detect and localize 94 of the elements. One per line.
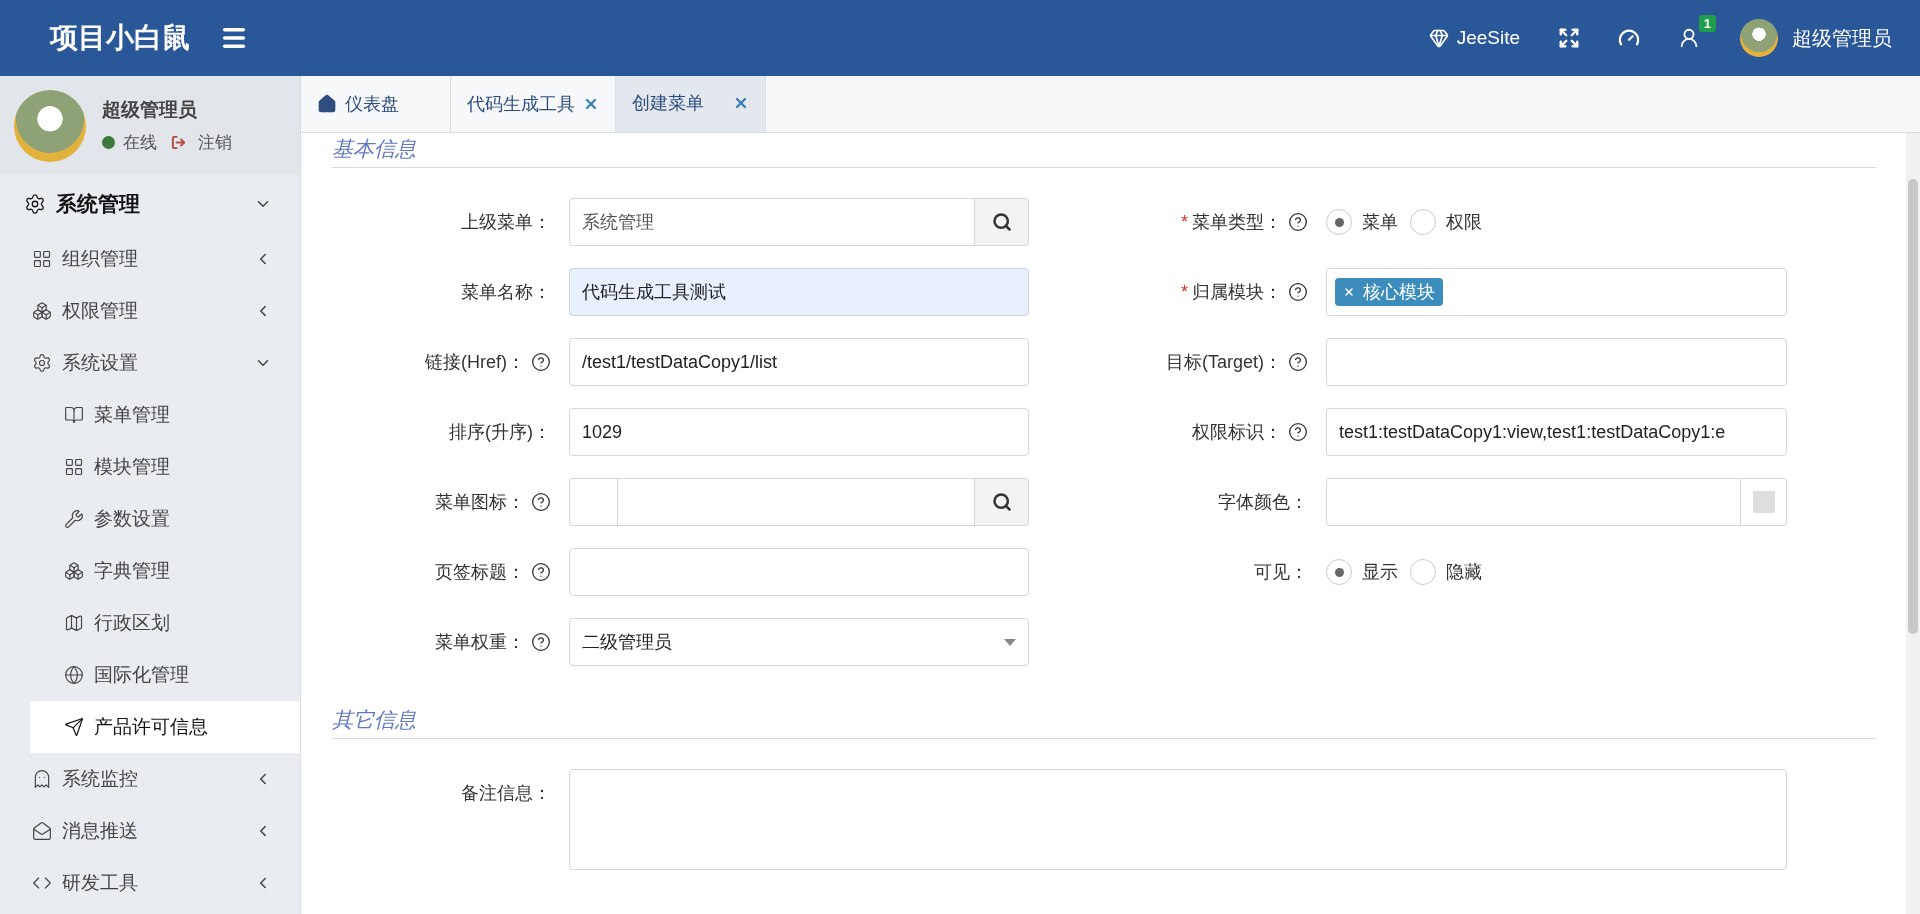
envelope-icon <box>32 821 52 841</box>
close-icon[interactable] <box>583 96 599 112</box>
grid-icon <box>32 249 52 269</box>
input-field[interactable]: 系统管理 <box>569 198 975 246</box>
field-label: 字体颜色： <box>1218 491 1308 514</box>
section-title: 其它信息 <box>332 704 1876 739</box>
field-label: * 菜单类型： <box>1181 211 1282 234</box>
sidebar-menu-item[interactable]: 行政区划 <box>30 597 300 649</box>
field-label: 上级菜单： <box>461 211 551 234</box>
gear-icon <box>24 193 46 215</box>
module-tag: 核心模块 <box>1335 278 1443 306</box>
status-text: 在线 <box>123 132 157 154</box>
radio-option[interactable]: 隐藏 <box>1410 559 1482 585</box>
field-label: 菜单图标： <box>435 491 525 514</box>
field-label: 页签标题： <box>435 561 525 584</box>
help-icon[interactable] <box>531 562 551 582</box>
map-icon <box>64 613 84 633</box>
sidebar-menu-item[interactable]: 国际化管理 <box>30 649 300 701</box>
search-icon <box>991 212 1012 232</box>
input-field[interactable] <box>569 548 1029 596</box>
help-icon[interactable] <box>531 492 551 512</box>
sidebar-menu-item[interactable]: 系统管理 <box>0 175 300 233</box>
field-label: 目标(Target)： <box>1166 351 1282 374</box>
sidebar-menu-item[interactable]: 研发工具 <box>0 857 300 909</box>
help-icon[interactable] <box>531 632 551 652</box>
input-field[interactable]: 1029 <box>569 408 1029 456</box>
paper-plane-icon <box>64 717 84 737</box>
input-field[interactable]: 代码生成工具测试 <box>569 268 1029 316</box>
close-icon[interactable] <box>733 95 749 111</box>
diamond-icon <box>1428 28 1449 48</box>
sidebar-menu-item[interactable]: 系统监控 <box>0 753 300 805</box>
sidebar-menu-item[interactable]: 产品许可信息 <box>30 701 300 753</box>
search-button[interactable] <box>975 198 1029 246</box>
radio-option[interactable]: 菜单 <box>1326 209 1398 235</box>
caret-icon <box>1004 638 1016 646</box>
gear-icon <box>32 353 52 373</box>
cube-icon <box>32 301 52 321</box>
color-swatch[interactable] <box>1741 478 1787 526</box>
radio-option[interactable]: 权限 <box>1410 209 1482 235</box>
input-field[interactable] <box>1326 338 1787 386</box>
field-label: 菜单权重： <box>435 631 525 654</box>
remove-icon[interactable] <box>1343 286 1355 298</box>
field-label: 可见： <box>1254 561 1308 584</box>
input-field[interactable] <box>1326 478 1741 526</box>
help-icon[interactable] <box>1288 422 1308 442</box>
sidebar-menu-item[interactable]: 模块管理 <box>30 441 300 493</box>
icon-preview <box>569 478 617 526</box>
sidebar-menu-item[interactable]: 字典管理 <box>30 545 300 597</box>
sidebar-menu-item[interactable]: 菜单管理 <box>30 389 300 441</box>
select-field[interactable]: 二级管理员 <box>569 618 1029 666</box>
online-dot <box>102 136 115 149</box>
book-icon <box>64 405 84 425</box>
field-label: 排序(升序)： <box>449 421 551 444</box>
sidebar-menu-item[interactable]: 参数设置 <box>30 493 300 545</box>
globe-icon <box>64 665 84 685</box>
textarea-field[interactable] <box>569 769 1787 870</box>
tag-field[interactable]: 核心模块 <box>1326 268 1787 316</box>
help-icon[interactable] <box>1288 282 1308 302</box>
sidebar-menu-item[interactable]: 系统设置 <box>0 337 300 389</box>
home-icon <box>317 94 337 114</box>
sidebar-menu-item[interactable]: 权限管理 <box>0 285 300 337</box>
field-label: * 归属模块： <box>1181 281 1282 304</box>
input-field[interactable]: test1:testDataCopy1:view,test1:testDataCopy1:e <box>1326 408 1787 456</box>
tab[interactable]: 创建菜单 <box>616 76 766 132</box>
field-label: 备注信息： <box>461 782 551 805</box>
help-icon[interactable] <box>1288 212 1308 232</box>
wrench-icon <box>64 509 84 529</box>
logout-icon <box>171 135 186 150</box>
grid-icon <box>64 457 84 477</box>
user-menu[interactable]: 超级管理员 <box>1734 18 1898 58</box>
sidebar-menu-item[interactable]: 组织管理 <box>0 233 300 285</box>
input-field[interactable] <box>617 478 975 526</box>
logout-link[interactable]: 注销 <box>198 131 232 154</box>
sidebar-menu-item[interactable]: 消息推送 <box>0 805 300 857</box>
user-icon <box>1678 27 1700 49</box>
fullscreen-icon <box>1558 27 1580 49</box>
input-field[interactable]: /test1/testDataCopy1/list <box>569 338 1029 386</box>
section-title: 基本信息 <box>332 133 1876 168</box>
notification-badge: 1 <box>1698 15 1716 32</box>
help-icon[interactable] <box>531 352 551 372</box>
cube-icon <box>64 561 84 581</box>
avatar <box>1740 19 1778 57</box>
field-label: 链接(Href)： <box>425 351 525 374</box>
field-label: 菜单名称： <box>461 281 551 304</box>
field-label: 权限标识： <box>1192 421 1282 444</box>
radio-option[interactable]: 显示 <box>1326 559 1398 585</box>
search-button[interactable] <box>975 478 1029 526</box>
app-title: 项目小白鼠 <box>50 21 190 55</box>
ghost-icon <box>32 769 52 789</box>
scrollbar[interactable] <box>1906 133 1920 914</box>
help-icon[interactable] <box>1288 352 1308 372</box>
user-name: 超级管理员 <box>102 98 198 122</box>
brand-link[interactable]: JeeSite <box>1424 23 1524 53</box>
search-icon <box>991 492 1012 512</box>
